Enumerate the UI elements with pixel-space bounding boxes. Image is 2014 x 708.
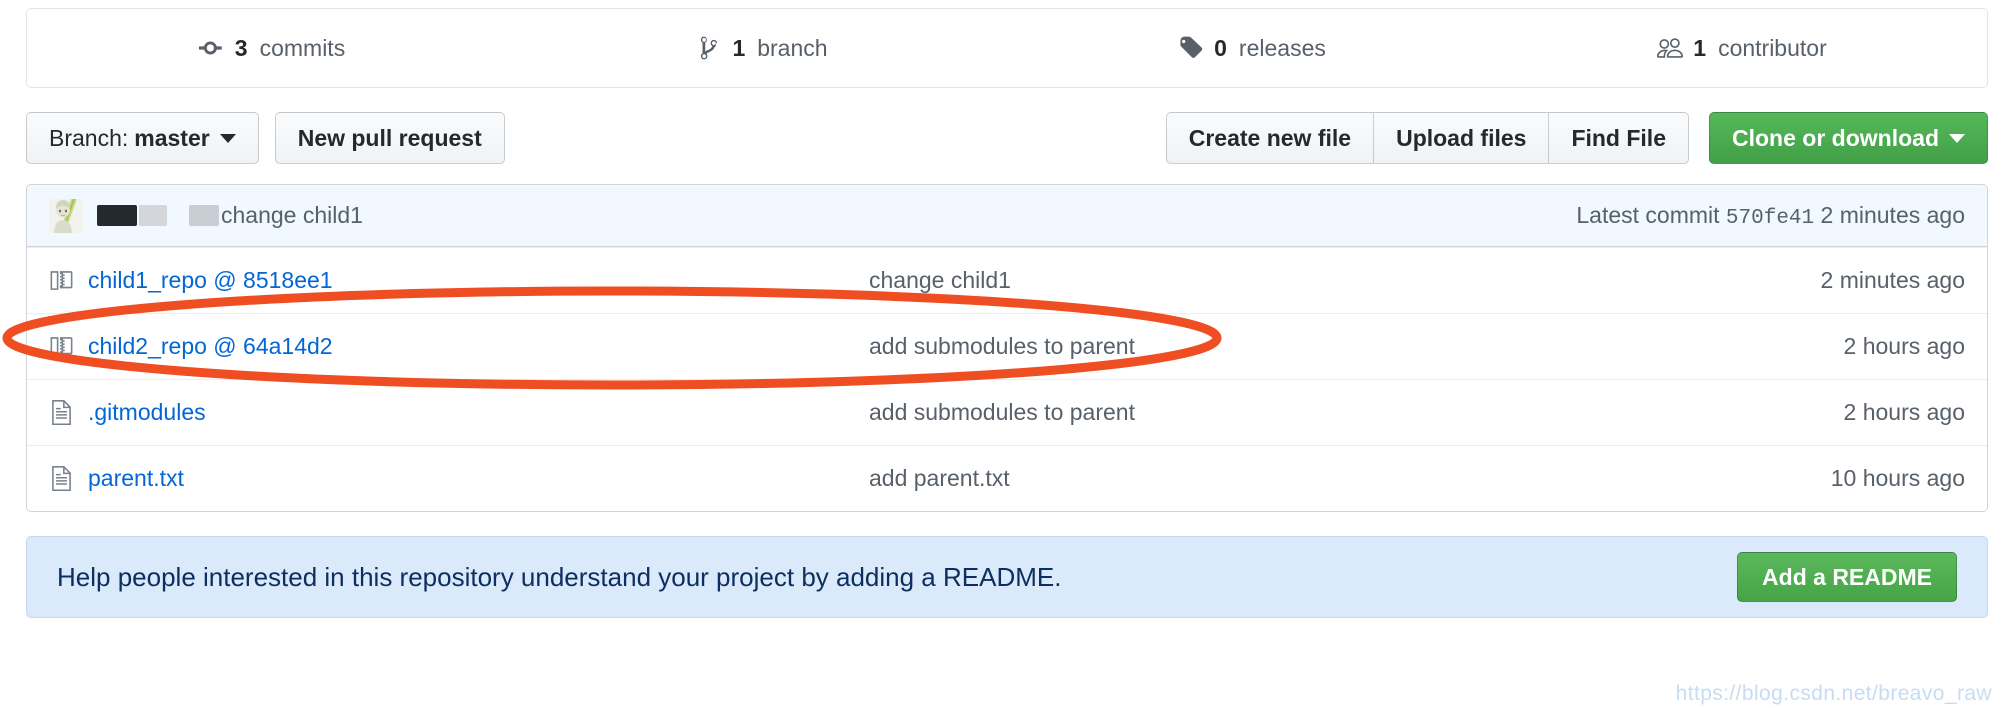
- file-link[interactable]: .gitmodules: [88, 399, 206, 426]
- file-commit-age: 2 minutes ago: [1820, 267, 1965, 293]
- file-name-cell: .gitmodules: [49, 399, 869, 426]
- chevron-down-icon: [1949, 133, 1965, 143]
- stat-commits[interactable]: 3 commits: [27, 35, 517, 61]
- find-file-button[interactable]: Find File: [1549, 112, 1689, 164]
- readme-prompt-banner: Help people interested in this repositor…: [26, 536, 1988, 618]
- new-pull-request-button[interactable]: New pull request: [274, 112, 505, 164]
- table-row[interactable]: child2_repo @ 64a14d2 add submodules to …: [27, 313, 1987, 379]
- file-commit-age: 2 hours ago: [1843, 399, 1965, 425]
- chevron-down-icon: [219, 133, 236, 143]
- redacted-username-block: [97, 205, 137, 226]
- table-row[interactable]: parent.txt add parent.txt 10 hours ago: [27, 445, 1987, 511]
- stat-releases[interactable]: 0 releases: [1007, 35, 1497, 61]
- stat-releases-label: releases: [1238, 34, 1326, 61]
- repository-stats-bar: 3 commits 1 branch 0 releases 1 contribu…: [26, 8, 1988, 88]
- stat-contributors[interactable]: 1 contributor: [1497, 35, 1987, 61]
- file-commit-age: 2 hours ago: [1843, 333, 1965, 359]
- file-icon: [49, 466, 74, 491]
- watermark: https://blog.csdn.net/breavo_raw: [1675, 682, 1992, 705]
- file-link[interactable]: child1_repo @ 8518ee1: [88, 267, 333, 294]
- toolbar-right-group: Create new file Upload files Find File C…: [1165, 112, 1988, 164]
- latest-commit-age: 2 minutes ago: [1820, 201, 1965, 228]
- file-commit-message[interactable]: add submodules to parent: [869, 333, 1824, 360]
- file-link[interactable]: child2_repo @ 64a14d2: [88, 333, 333, 360]
- file-actions-button-group: Create new file Upload files Find File: [1165, 112, 1689, 164]
- stat-contributors-label: contributor: [1718, 34, 1827, 61]
- branch-selector-button[interactable]: Branch: master: [26, 112, 259, 164]
- branch-icon: [696, 35, 722, 61]
- submodule-icon: [49, 334, 74, 359]
- branch-name-label: master: [134, 124, 210, 151]
- clone-or-download-button[interactable]: Clone or download: [1709, 112, 1988, 164]
- file-list-container: change child1 Latest commit 570fe41 2 mi…: [26, 184, 1988, 512]
- file-link[interactable]: parent.txt: [88, 465, 184, 492]
- latest-commit-message: change child1: [221, 202, 363, 228]
- toolbar-left-group: Branch: master New pull request: [26, 112, 505, 164]
- add-a-readme-button[interactable]: Add a README: [1737, 552, 1957, 602]
- tag-icon: [1178, 35, 1204, 61]
- avatar: [49, 198, 83, 233]
- create-new-file-button[interactable]: Create new file: [1165, 112, 1375, 164]
- stat-releases-count: 0: [1214, 34, 1227, 61]
- file-commit-message[interactable]: add parent.txt: [869, 465, 1811, 492]
- clone-or-download-label: Clone or download: [1732, 124, 1939, 151]
- readme-prompt-text: Help people interested in this repositor…: [57, 561, 1062, 592]
- stat-commits-count: 3: [234, 34, 248, 61]
- file-name-cell: parent.txt: [49, 465, 869, 492]
- stat-branches-count: 1: [732, 34, 746, 61]
- stat-branches-label: branch: [757, 34, 828, 61]
- redacted-username-block: [139, 205, 167, 226]
- commit-icon: [198, 35, 225, 61]
- file-commit-age: 10 hours ago: [1830, 465, 1965, 491]
- submodule-icon: [49, 268, 74, 293]
- redacted-commit-prefix-block: [189, 205, 219, 226]
- latest-commit-sha[interactable]: 570fe41: [1726, 207, 1814, 230]
- repository-page: 3 commits 1 branch 0 releases 1 contribu…: [0, 8, 2014, 708]
- latest-commit-label: Latest commit: [1576, 201, 1720, 228]
- file-commit-message[interactable]: add submodules to parent: [869, 399, 1824, 426]
- repository-toolbar: Branch: master New pull request Create n…: [26, 112, 1988, 164]
- file-icon: [49, 400, 74, 425]
- stat-commits-label: commits: [259, 34, 346, 61]
- latest-commit-meta: Latest commit 570fe41 2 minutes ago: [1576, 202, 1965, 230]
- table-row[interactable]: child1_repo @ 8518ee1 change child1 2 mi…: [27, 247, 1987, 313]
- file-name-cell: child1_repo @ 8518ee1: [49, 267, 869, 294]
- branch-prefix-label: Branch:: [49, 124, 129, 151]
- table-row[interactable]: .gitmodules add submodules to parent 2 h…: [27, 379, 1987, 445]
- people-icon: [1657, 35, 1684, 61]
- stat-branches[interactable]: 1 branch: [517, 35, 1007, 61]
- file-commit-message[interactable]: change child1: [869, 267, 1801, 294]
- latest-commit-bar: change child1 Latest commit 570fe41 2 mi…: [27, 185, 1987, 247]
- stat-contributors-count: 1: [1693, 34, 1707, 61]
- upload-files-button[interactable]: Upload files: [1374, 112, 1550, 164]
- file-name-cell: child2_repo @ 64a14d2: [49, 333, 869, 360]
